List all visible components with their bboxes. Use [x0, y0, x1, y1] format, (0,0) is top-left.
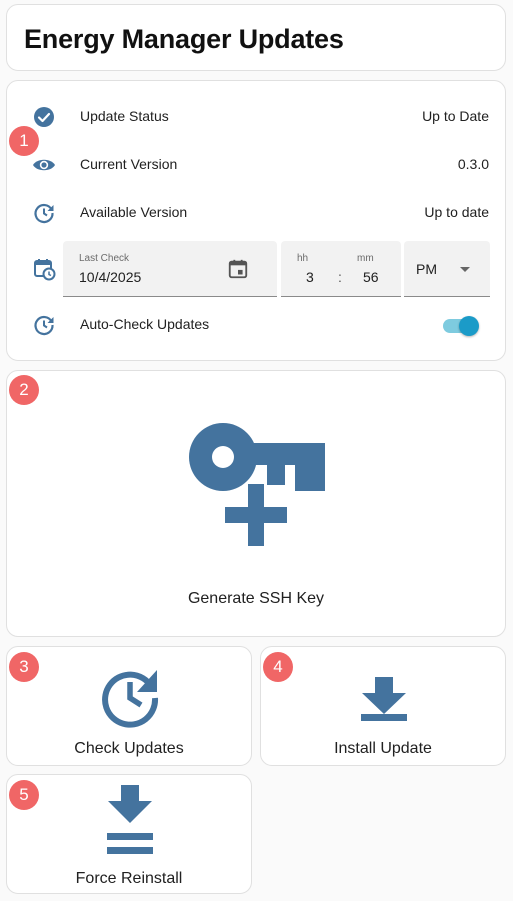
- badge-4: 4: [263, 652, 293, 682]
- entity-row-update-status[interactable]: Update Status Up to Date: [7, 97, 505, 137]
- badge-5: 5: [9, 780, 39, 810]
- button-label: Force Reinstall: [75, 870, 183, 887]
- chevron-down-icon: [460, 267, 470, 272]
- install-update-button[interactable]: Install Update: [260, 646, 506, 766]
- check-circle-icon: [34, 107, 54, 127]
- entity-label: Update Status: [80, 108, 169, 124]
- check-updates-button[interactable]: Check Updates: [6, 646, 252, 766]
- entity-row-available-version[interactable]: Available Version Up to date: [7, 193, 505, 233]
- hour-label: hh: [297, 253, 309, 264]
- entity-value: Up to date: [424, 204, 489, 220]
- toggle-knob[interactable]: [459, 316, 479, 336]
- minute-value[interactable]: 56: [363, 269, 379, 285]
- last-check-time-field[interactable]: hh 3 : mm 56: [281, 241, 401, 297]
- hour-value[interactable]: 3: [306, 269, 314, 285]
- minute-label: mm: [357, 253, 374, 264]
- ampm-value: PM: [416, 261, 437, 277]
- entity-row-current-version[interactable]: Current Version 0.3.0: [7, 145, 505, 185]
- date-value: 10/4/2025: [79, 269, 142, 285]
- download-icon: [361, 677, 407, 721]
- badge-1: 1: [9, 126, 39, 156]
- calendar-clock-icon: [34, 259, 56, 281]
- entities-card: Update Status Up to Date Current Version…: [6, 80, 506, 361]
- badge-2: 2: [9, 375, 39, 405]
- field-label: Last Check: [79, 253, 130, 264]
- key-plus-icon: [189, 423, 325, 546]
- calendar-icon[interactable]: [227, 258, 249, 280]
- generate-ssh-key-button[interactable]: Generate SSH Key: [6, 370, 506, 637]
- entity-value: 0.3.0: [457, 156, 489, 172]
- history-icon: [34, 315, 54, 336]
- button-label: Install Update: [334, 740, 432, 757]
- entity-label: Current Version: [80, 156, 178, 172]
- button-label: Generate SSH Key: [187, 590, 325, 607]
- force-reinstall-button[interactable]: Force Reinstall: [6, 774, 252, 894]
- badge-3: 3: [9, 652, 39, 682]
- download-force-icon: [107, 785, 153, 854]
- page-title: Energy Manager Updates: [24, 24, 344, 54]
- last-check-date-field[interactable]: Last Check 10/4/2025: [63, 241, 277, 297]
- entity-row-auto-check[interactable]: Auto-Check Updates: [7, 305, 505, 345]
- button-label: Check Updates: [74, 740, 184, 757]
- entity-label: Auto-Check Updates: [80, 316, 210, 332]
- update-icon: [102, 670, 159, 728]
- entity-label: Available Version: [80, 204, 188, 220]
- history-icon: [34, 203, 54, 224]
- eye-icon: [33, 159, 55, 171]
- entity-value: Up to Date: [422, 108, 489, 124]
- ampm-select[interactable]: PM: [404, 241, 490, 297]
- time-separator: :: [338, 269, 342, 285]
- title-card: Energy Manager Updates: [6, 4, 506, 71]
